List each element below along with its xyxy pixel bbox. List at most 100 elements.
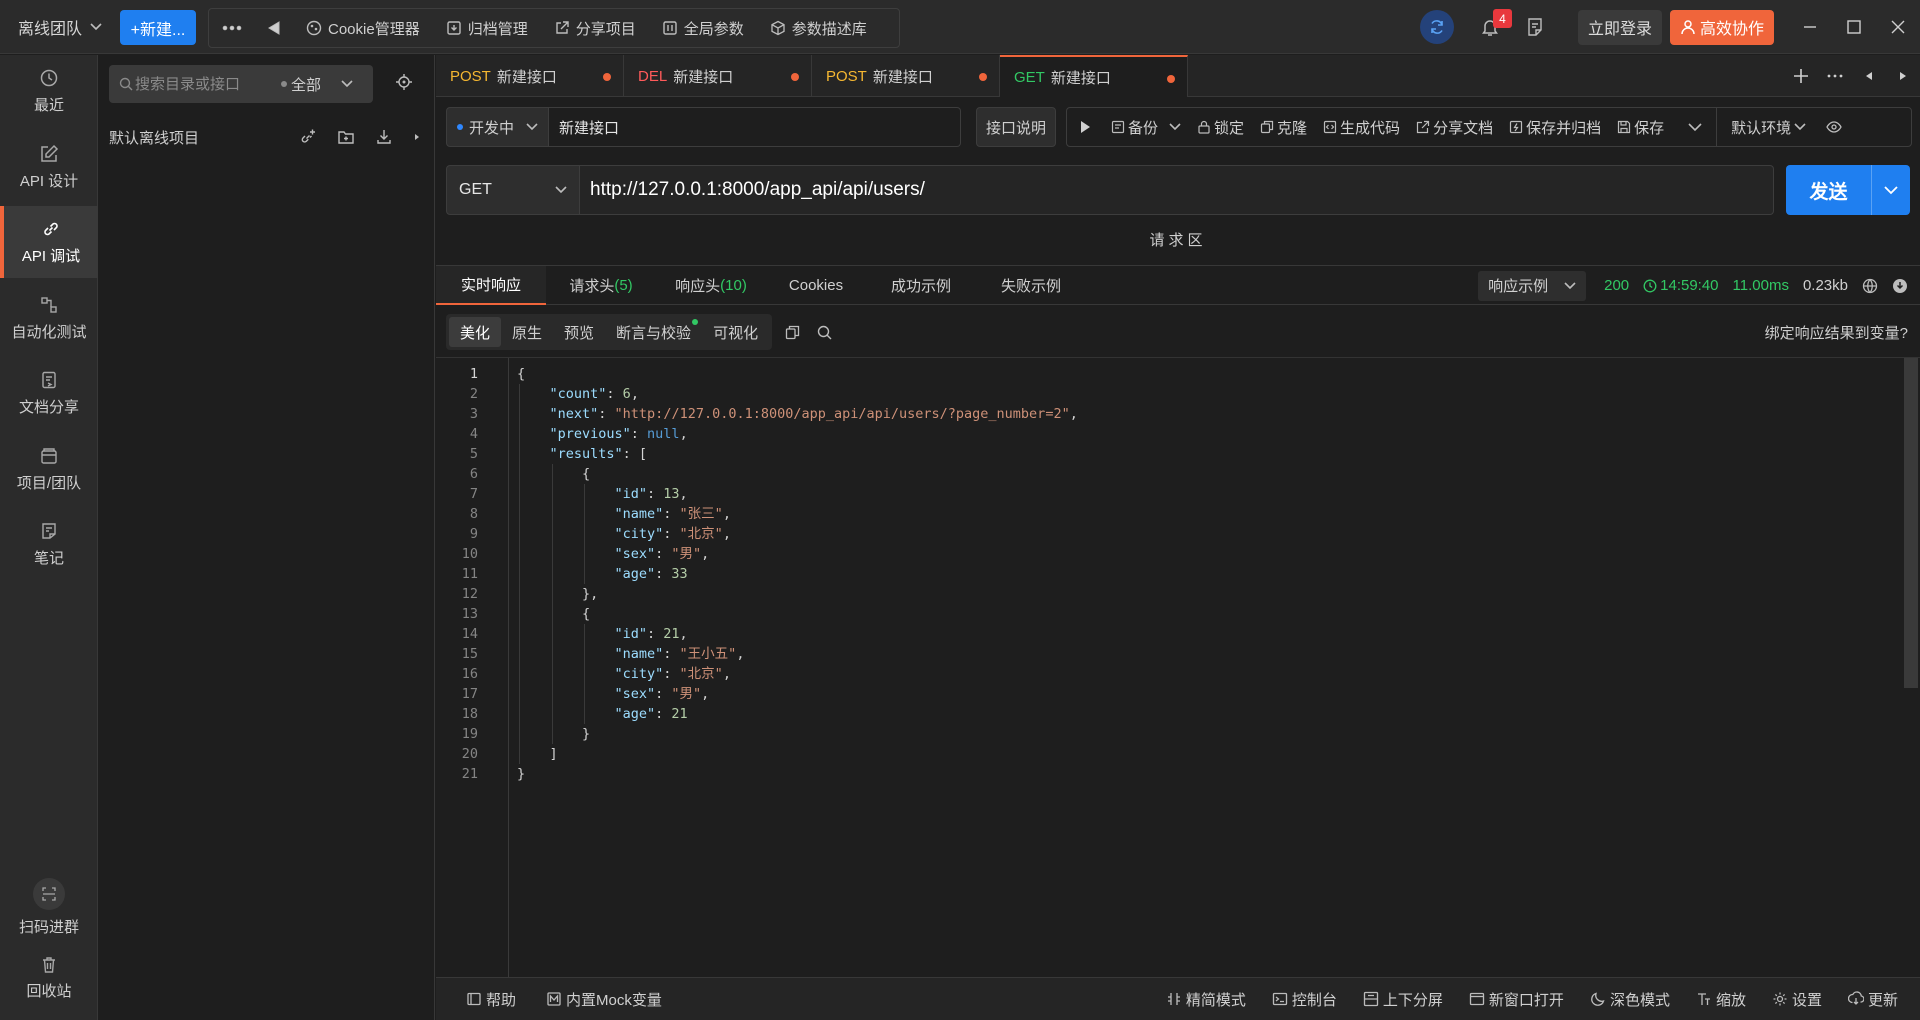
doc-share-icon (42, 371, 56, 388)
cookie-manager-button[interactable]: Cookie管理器 (293, 9, 433, 47)
tab-prev-button[interactable] (1852, 59, 1886, 93)
tab-post-2[interactable]: POST 新建接口 (812, 55, 1000, 97)
maximize-button[interactable] (1832, 7, 1876, 47)
add-api-button[interactable] (299, 128, 317, 146)
zoom-button[interactable]: 缩放 (1696, 989, 1746, 1010)
login-button[interactable]: 立即登录 (1577, 9, 1662, 45)
download-response-button[interactable] (1892, 278, 1908, 294)
settings-button[interactable]: 设置 (1772, 989, 1822, 1010)
nav-auto-test[interactable]: 自动化测试 (0, 282, 98, 354)
collab-button[interactable]: 高效协作 (1669, 9, 1774, 45)
network-info-button[interactable] (1862, 278, 1878, 294)
nav-api-debug[interactable]: API 调试 (0, 206, 98, 278)
api-name-input[interactable] (549, 107, 961, 147)
generate-code-button[interactable]: 生成代码 (1315, 108, 1408, 146)
tab-next-button[interactable] (1886, 59, 1920, 93)
new-window-button[interactable]: 新窗口打开 (1469, 989, 1564, 1010)
indent-guide (519, 624, 520, 644)
tab-response-headers[interactable]: 响应头 (10) (656, 266, 766, 305)
notes-button[interactable] (1512, 7, 1558, 47)
filter-select[interactable]: 全部 (281, 74, 353, 95)
tab-request-headers[interactable]: 请求头 (5) (546, 266, 656, 305)
top-right-controls: 4 立即登录 高效协作 (1419, 0, 1920, 54)
bind-variable-link[interactable]: 绑定响应结果到变量? (1765, 314, 1908, 350)
editor-scrollbar[interactable] (1904, 358, 1918, 688)
tab-fail-example[interactable]: 失败示例 (976, 266, 1086, 305)
line-number: 10 (461, 546, 478, 562)
method-select[interactable]: GET (446, 165, 580, 215)
response-body-editor[interactable]: 1 2 3 4 5 6 7 8 9 10 11 12 13 14 15 16 17 18 19 20 21 {"coun… (436, 357, 1920, 989)
add-folder-button[interactable] (337, 128, 355, 146)
tab-more-button[interactable] (1818, 59, 1852, 93)
nav-api-design[interactable]: API 设计 (0, 131, 98, 203)
lock-button[interactable]: 锁定 (1189, 108, 1252, 146)
line-number: 15 (461, 646, 478, 662)
new-button[interactable]: +新建... (120, 10, 196, 45)
param-desc-library-button[interactable]: 参数描述库 (757, 9, 880, 47)
nav-trash[interactable]: 回收站 (0, 945, 98, 1011)
share-project-button[interactable]: 分享项目 (541, 9, 649, 47)
dark-mode-button[interactable]: 深色模式 (1590, 989, 1670, 1010)
nav-notes[interactable]: 笔记 (0, 508, 98, 580)
close-button[interactable] (1876, 7, 1920, 47)
settings-label: 设置 (1791, 991, 1822, 1009)
nav-doc-share[interactable]: 文档分享 (0, 357, 98, 429)
tab-pretty[interactable]: 美化 (449, 317, 502, 347)
tab-post-1[interactable]: POST 新建接口 (436, 55, 624, 97)
compact-mode-button[interactable]: 精简模式 (1166, 989, 1246, 1010)
response-example-select[interactable]: 响应示例 (1478, 270, 1587, 301)
tab-assertions[interactable]: 断言与校验 (605, 317, 702, 347)
split-view-button[interactable]: 上下分屏 (1363, 989, 1443, 1010)
tab-preview[interactable]: 预览 (553, 317, 605, 347)
nav-scan-group[interactable]: 扫码进群 (0, 867, 98, 947)
send-button[interactable]: 发送 (1786, 165, 1910, 215)
indent-guide (551, 644, 553, 664)
copy-response-button[interactable] (776, 314, 808, 350)
project-item[interactable]: 默认离线项目 (109, 121, 429, 153)
nav-project-team[interactable]: 项目/团队 (0, 433, 98, 505)
expand-button[interactable] (413, 132, 421, 142)
save-button[interactable]: 保存 (1609, 108, 1672, 146)
import-button[interactable] (375, 128, 393, 146)
run-button[interactable] (1067, 108, 1103, 146)
clone-button[interactable]: 克隆 (1252, 108, 1315, 146)
api-desc-button[interactable]: 接口说明 (976, 107, 1056, 147)
more-button[interactable] (209, 9, 255, 47)
locate-button[interactable] (395, 73, 413, 91)
env-select[interactable]: 默认环境 (1717, 108, 1816, 146)
tab-get[interactable]: GET 新建接口 (1000, 55, 1188, 97)
nav-recent[interactable]: 最近 (0, 55, 98, 127)
console-button[interactable]: 控制台 (1272, 989, 1337, 1010)
notifications-button[interactable]: 4 (1468, 7, 1512, 47)
tab-del[interactable]: DEL 新建接口 (624, 55, 812, 97)
url-input[interactable] (580, 165, 1774, 215)
tab-visualize[interactable]: 可视化 (702, 317, 769, 347)
team-select[interactable]: 离线团队 (18, 0, 102, 54)
sync-button[interactable] (1419, 10, 1454, 44)
add-tab-button[interactable] (1784, 59, 1818, 93)
help-button[interactable]: 帮助 (466, 989, 516, 1010)
backup-button[interactable]: 备份 (1103, 108, 1189, 146)
update-button[interactable]: 更新 (1847, 989, 1898, 1010)
save-more-button[interactable] (1672, 108, 1718, 146)
tab-cookies[interactable]: Cookies (766, 266, 866, 305)
collapse-button[interactable] (255, 9, 293, 47)
tab-success-example[interactable]: 成功示例 (866, 266, 976, 305)
share-doc-button[interactable]: 分享文档 (1408, 108, 1501, 146)
archive-manager-button[interactable]: 归档管理 (433, 9, 541, 47)
tab-raw[interactable]: 原生 (501, 317, 553, 347)
save-archive-button[interactable]: 保存并归档 (1501, 108, 1609, 146)
send-options-button[interactable] (1872, 185, 1910, 195)
global-params-button[interactable]: 全局参数 (649, 9, 757, 47)
search-response-button[interactable] (808, 314, 840, 350)
download-icon (377, 130, 391, 144)
line-number: 8 (469, 506, 478, 522)
env-view-button[interactable] (1816, 108, 1852, 146)
minimize-button[interactable] (1788, 7, 1832, 47)
request-area-toggle[interactable]: 请求区 (436, 223, 1920, 255)
mock-vars-button[interactable]: 内置Mock变量 (546, 989, 662, 1010)
status-select[interactable]: 开发中 (446, 107, 549, 147)
search-input[interactable] (135, 75, 275, 93)
tab-live-response[interactable]: 实时响应 (436, 266, 546, 305)
triangle-left-icon (268, 21, 280, 35)
